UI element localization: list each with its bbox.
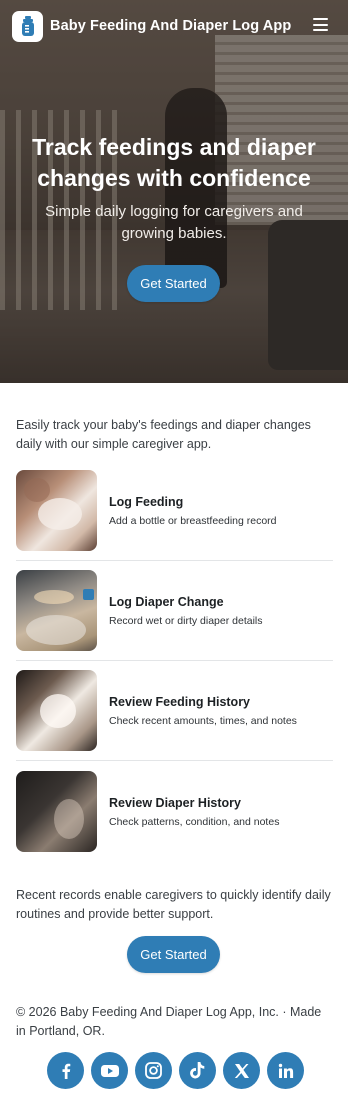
summary-text: Recent records enable caregivers to quic… [16,888,331,921]
feature-description: Check recent amounts, times, and notes [109,715,297,727]
feature-review-diaper-history[interactable]: Review Diaper History Check patterns, co… [16,771,333,862]
baby-bottle-icon[interactable] [12,10,43,42]
tiktok-icon[interactable] [179,1052,216,1089]
hamburger-menu-icon[interactable] [313,18,328,31]
hero-title: Track feedings and diaper changes with c… [32,134,316,191]
divider [16,660,333,661]
menu-bar [313,23,328,26]
instagram-icon[interactable] [135,1052,172,1089]
feature-description: Check patterns, condition, and notes [109,816,280,828]
feature-description: Add a bottle or breastfeeding record [109,515,277,527]
feature-title: Review Feeding History [109,695,251,709]
bottom-get-started-button[interactable]: Get Started [127,936,220,973]
feature-description: Record wet or dirty diaper details [109,615,263,627]
feeding-history-photo [16,670,97,751]
menu-bar [313,29,328,31]
feature-title: Log Diaper Change [109,595,224,609]
feeding-photo [16,470,97,551]
menu-bar [313,18,328,20]
divider [16,560,333,561]
hero-subtitle: Simple daily logging for caregivers and … [45,203,303,242]
footer-copyright: © 2026 Baby Feeding And Diaper Log App, … [16,1005,322,1038]
feature-title: Log Feeding [109,495,184,509]
facebook-icon[interactable] [47,1052,84,1089]
social-links [47,1052,304,1089]
app-title: Baby Feeding And Diaper Log App [50,18,292,34]
feature-log-feeding[interactable]: Log Feeding Add a bottle or breastfeedin… [16,470,333,561]
x-icon[interactable] [223,1052,260,1089]
intro-text: Easily track your baby's feedings and di… [16,418,311,451]
feature-title: Review Diaper History [109,796,241,810]
feature-review-feeding-history[interactable]: Review Feeding History Check recent amou… [16,670,333,761]
youtube-icon[interactable] [91,1052,128,1089]
hero-text: Track feedings and diaper changes with c… [0,132,348,245]
badge-icon [83,589,94,600]
divider [16,760,333,761]
diaper-room-photo [16,570,97,651]
top-header: Baby Feeding And Diaper Log App [0,0,348,52]
hero-get-started-button[interactable]: Get Started [127,265,220,302]
diaper-history-photo [16,771,97,852]
feature-log-diaper-change[interactable]: Log Diaper Change Record wet or dirty di… [16,570,333,661]
linkedin-icon[interactable] [267,1052,304,1089]
